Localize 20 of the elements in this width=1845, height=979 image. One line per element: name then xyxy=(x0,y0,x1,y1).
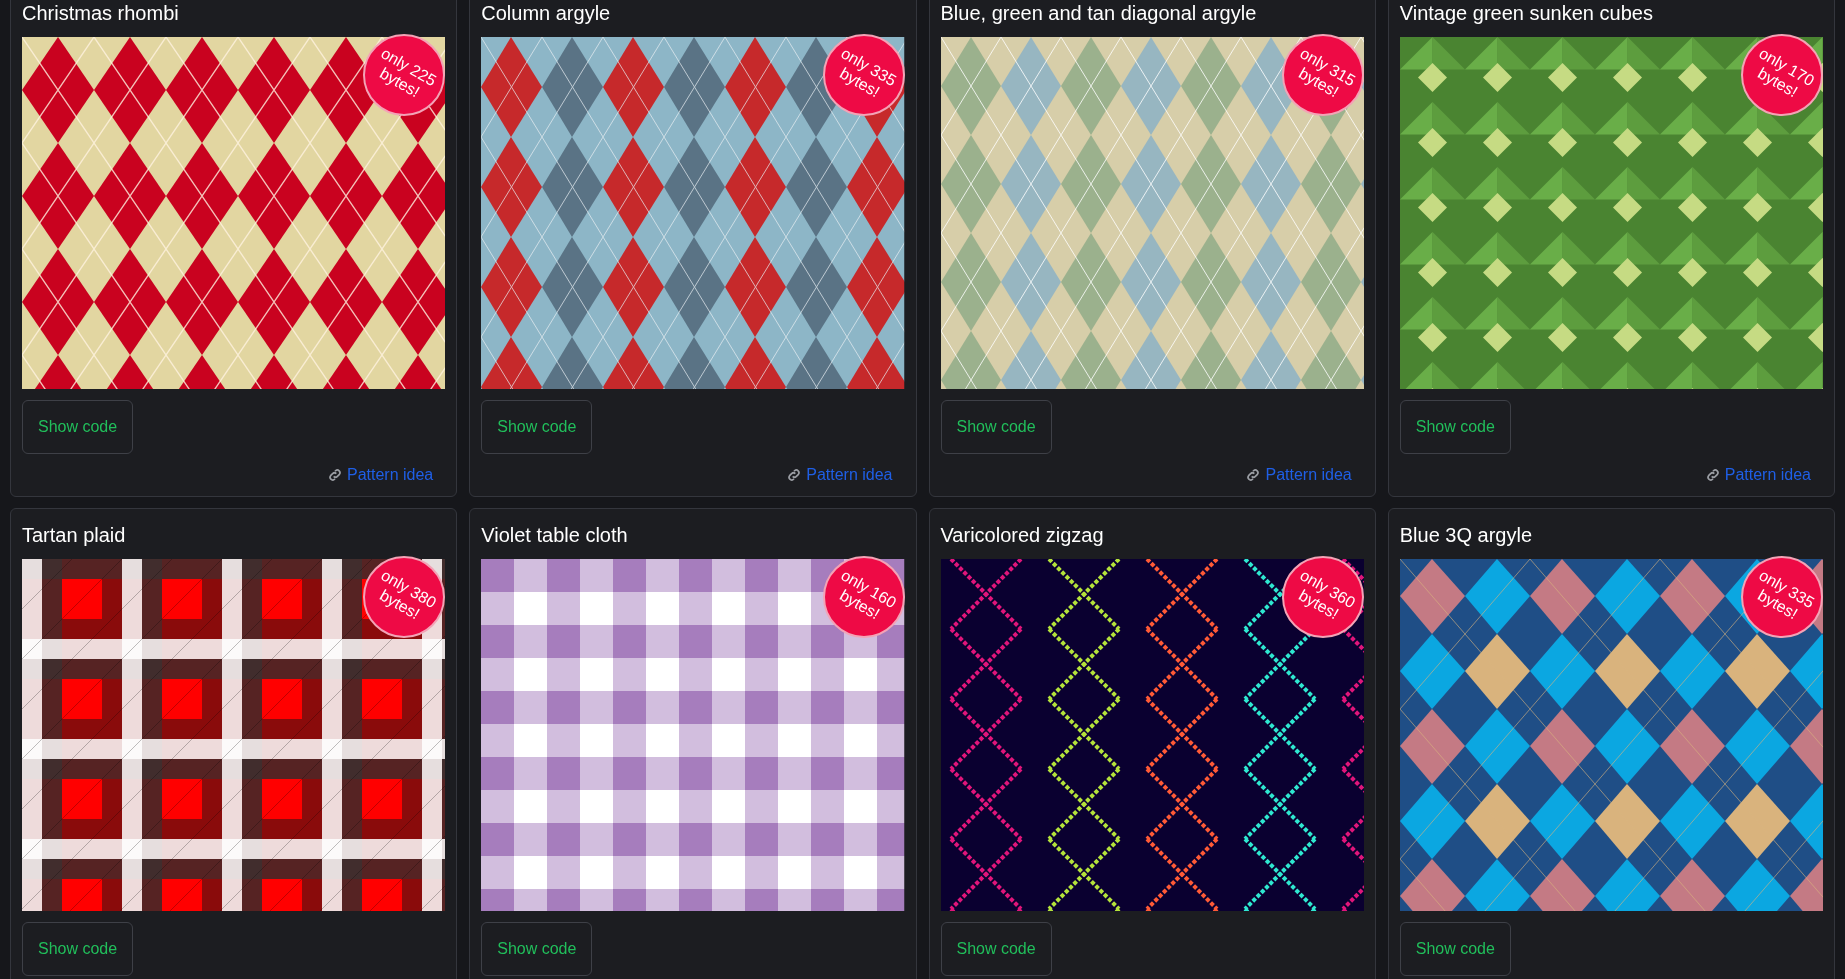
show-code-button[interactable]: Show code xyxy=(940,400,1052,454)
show-code-button[interactable]: Show code xyxy=(1399,400,1511,454)
link-icon xyxy=(1245,467,1262,483)
show-code-button[interactable]: Show code xyxy=(481,922,593,976)
card-title: Christmas rhombi xyxy=(22,1,180,26)
card-title: Varicolored zigzag xyxy=(940,523,1105,548)
card-title: Violet table cloth xyxy=(481,523,629,548)
card-title: Column argyle xyxy=(481,1,612,26)
show-code-button[interactable]: Show code xyxy=(940,922,1052,976)
card-title: Tartan plaid xyxy=(22,523,127,548)
show-code-button[interactable]: Show code xyxy=(481,400,593,454)
show-code-button[interactable]: Show code xyxy=(1399,922,1511,976)
link-icon xyxy=(786,467,803,483)
card-title: Vintage green sunken cubes xyxy=(1399,1,1654,26)
show-code-button[interactable]: Show code xyxy=(22,922,134,976)
card-title: Blue, green and tan diagonal argyle xyxy=(940,1,1258,26)
card-title: Blue 3Q argyle xyxy=(1399,523,1534,548)
link-icon xyxy=(326,467,343,483)
show-code-button[interactable]: Show code xyxy=(22,400,134,454)
link-icon xyxy=(1704,467,1721,483)
